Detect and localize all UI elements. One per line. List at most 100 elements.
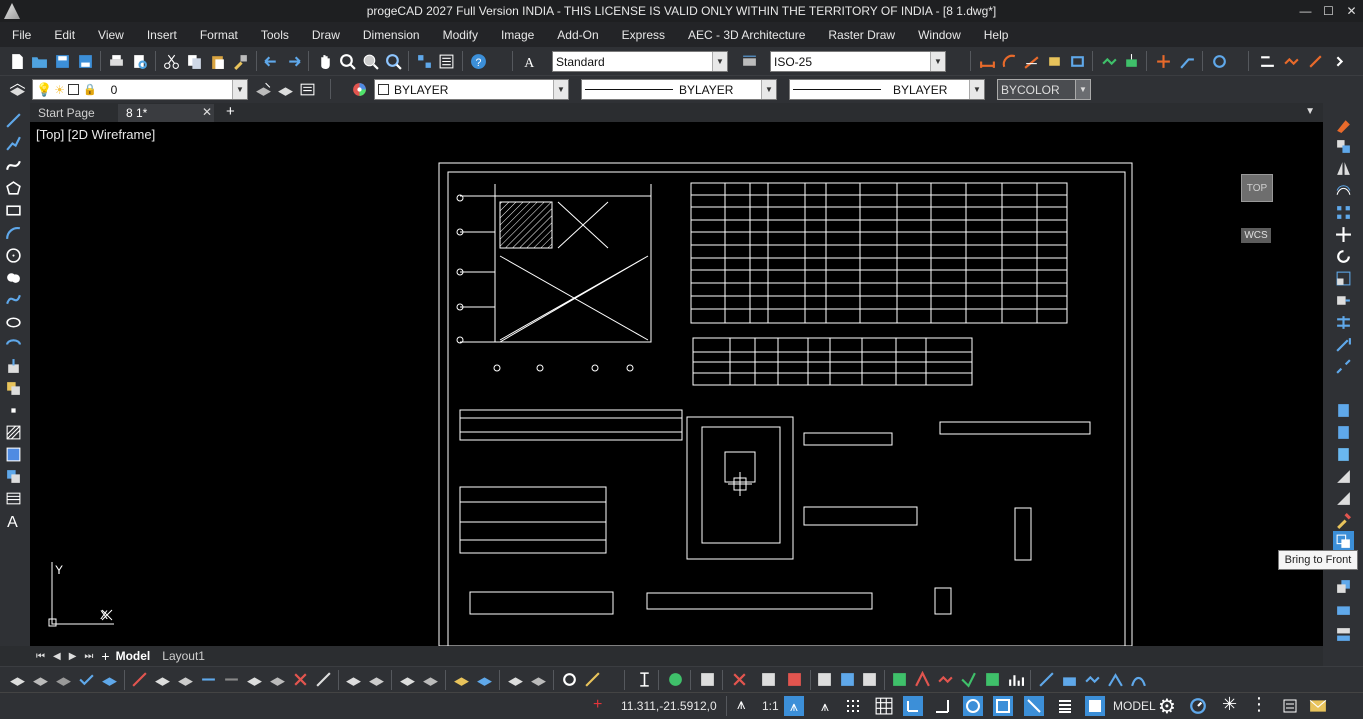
layer-match-icon[interactable]	[222, 670, 240, 688]
add-layout-icon[interactable]: +	[101, 648, 109, 664]
tab-start-page[interactable]: Start Page	[30, 104, 118, 122]
extend-icon[interactable]	[1334, 335, 1352, 353]
line-tool-icon[interactable]	[4, 111, 22, 129]
dim-center-icon[interactable]	[1154, 52, 1172, 70]
annotation-scale-value[interactable]: 1:1	[762, 699, 779, 713]
ellipse-tool-icon[interactable]	[4, 313, 22, 331]
layer-refresh-icon[interactable]	[560, 670, 578, 688]
layer-previous-state-icon[interactable]	[344, 670, 362, 688]
bring-above-icon[interactable]	[1334, 599, 1352, 617]
rectangle-tool-icon[interactable]	[4, 201, 22, 219]
layer-filter-icon[interactable]	[506, 670, 524, 688]
layer-unlock-icon[interactable]	[398, 670, 416, 688]
menu-image[interactable]: Image	[489, 28, 545, 42]
clean-screen-icon[interactable]: ⋮	[1250, 694, 1268, 715]
xref-icon[interactable]	[890, 670, 908, 688]
zoom-window-icon[interactable]	[361, 52, 379, 70]
table-tool-icon[interactable]	[4, 489, 22, 507]
menu-edit[interactable]: Edit	[42, 28, 86, 42]
bring-to-front-icon[interactable]	[1333, 531, 1354, 552]
tab-drawing[interactable]: 8 1*	[118, 104, 214, 122]
dim-override-icon[interactable]	[1306, 52, 1324, 70]
lineweight-combo[interactable]: BYLAYER ▼	[789, 79, 985, 100]
edit-polyline-icon[interactable]	[1334, 489, 1352, 507]
layer-manager-icon[interactable]	[8, 80, 26, 98]
paste-icon[interactable]	[208, 52, 226, 70]
print-icon[interactable]	[107, 52, 125, 70]
layer-freeze-icon[interactable]	[31, 670, 49, 688]
copy-objects-icon[interactable]	[1334, 137, 1352, 155]
make-block-icon[interactable]	[4, 379, 22, 397]
polygon-tool-icon[interactable]	[4, 179, 22, 197]
gradient-tool-icon[interactable]	[4, 445, 22, 463]
join-icon[interactable]	[1334, 445, 1352, 463]
layer-erase-icon[interactable]	[291, 670, 309, 688]
print-preview-icon[interactable]	[130, 52, 148, 70]
menu-view[interactable]: View	[86, 28, 135, 42]
copy-icon[interactable]	[185, 52, 203, 70]
previous-layout-icon[interactable]: ◀	[53, 651, 61, 662]
menu-help[interactable]: Help	[972, 28, 1020, 42]
explode-icon[interactable]	[1334, 467, 1352, 485]
menu-modify[interactable]: Modify	[431, 28, 489, 42]
view-cube[interactable]: TOP	[1241, 174, 1273, 202]
next-layout-icon[interactable]: ▶	[69, 651, 77, 662]
menu-add-on[interactable]: Add-On	[545, 28, 609, 42]
menu-raster-draw[interactable]: Raster Draw	[816, 28, 906, 42]
toolbar-overflow-icon[interactable]	[1330, 52, 1348, 70]
array-icon[interactable]	[1334, 203, 1352, 221]
layer-lock-icon[interactable]	[100, 670, 118, 688]
image-icon[interactable]	[983, 670, 1001, 688]
auto-scale-icon[interactable]: ⩚	[815, 696, 835, 716]
menu-format[interactable]: Format	[188, 28, 249, 42]
design-center-icon[interactable]	[415, 52, 433, 70]
export-3d-pdf-icon[interactable]	[838, 670, 856, 688]
stretch-icon[interactable]	[1334, 291, 1352, 309]
tab-layout1[interactable]: Layout1	[156, 649, 211, 663]
make-object-layer-current-icon[interactable]	[254, 80, 272, 98]
match-properties-icon[interactable]	[231, 52, 249, 70]
menu-insert[interactable]: Insert	[135, 28, 188, 42]
layer-tool-icon[interactable]	[8, 670, 26, 688]
undo-icon[interactable]	[262, 52, 280, 70]
layer-regen-icon[interactable]	[583, 670, 601, 688]
rotate-icon[interactable]	[1334, 247, 1352, 265]
layer-isolate-icon[interactable]	[153, 670, 171, 688]
cut-icon[interactable]	[162, 52, 180, 70]
match-properties-brush-icon[interactable]	[1334, 511, 1352, 529]
plot-style-combo[interactable]: BYCOLOR ▼	[997, 79, 1091, 100]
dim-tolerance-icon[interactable]	[1122, 52, 1140, 70]
dim-baseline-icon[interactable]	[1068, 52, 1086, 70]
dim-continue-icon[interactable]	[1100, 52, 1118, 70]
fillet-icon[interactable]	[1334, 423, 1352, 441]
export-pdf-icon[interactable]	[785, 670, 803, 688]
dimension-style-combo[interactable]: ISO-25 ▼	[770, 51, 946, 72]
menu-file[interactable]: File	[0, 28, 42, 42]
layer-copy-icon[interactable]	[245, 670, 263, 688]
dim-leader-icon[interactable]	[1178, 52, 1196, 70]
layer-change-icon[interactable]	[268, 670, 286, 688]
dynamic-input-icon[interactable]	[1024, 696, 1044, 716]
menu-draw[interactable]: Draw	[300, 28, 351, 42]
ortho-mode-icon[interactable]	[903, 696, 923, 716]
break-icon[interactable]	[1334, 357, 1352, 375]
text-style-icon[interactable]: A	[520, 52, 538, 70]
redo-icon[interactable]	[284, 52, 302, 70]
zoom-realtime-icon[interactable]	[338, 52, 356, 70]
attach-icon[interactable]	[913, 670, 931, 688]
dim-ordinate-icon[interactable]	[1045, 52, 1063, 70]
dim-linear-icon[interactable]	[978, 52, 996, 70]
tab-model[interactable]: Model	[110, 649, 157, 663]
color-wheel-icon[interactable]	[350, 80, 368, 98]
scale-icon[interactable]	[1334, 269, 1352, 287]
annotation-visibility-icon[interactable]: ⩚	[784, 696, 804, 716]
insert-block-icon[interactable]	[4, 357, 22, 375]
save-icon[interactable]	[53, 52, 71, 70]
layer-previous-icon[interactable]	[276, 80, 294, 98]
snap-mode-icon[interactable]	[843, 696, 863, 716]
export-3d-icon[interactable]	[860, 670, 878, 688]
properties-icon[interactable]	[437, 52, 455, 70]
performance-gauge-icon[interactable]	[1188, 696, 1208, 716]
layer-all-on-icon[interactable]	[475, 670, 493, 688]
dim-edit-icon[interactable]	[1258, 52, 1276, 70]
